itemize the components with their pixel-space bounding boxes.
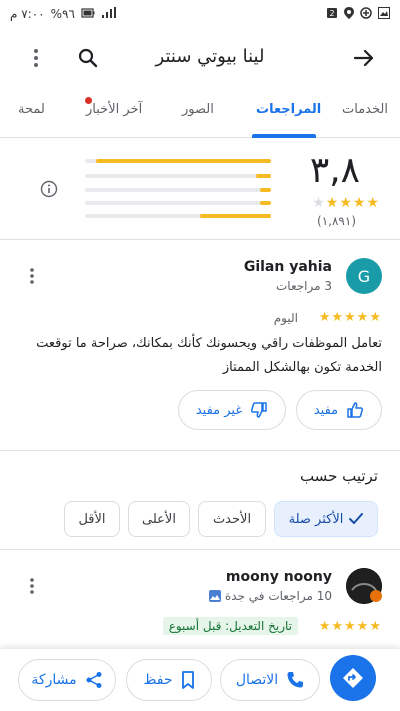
sort-section: ترتيب حسب الأكثر صلة الأحدث الأعلى الأقل — [0, 450, 400, 550]
more-vert-icon — [34, 49, 38, 67]
rating-bar-fill — [96, 159, 271, 163]
directions-button[interactable] — [330, 655, 376, 701]
review-count: (١,٨٩١) — [317, 214, 356, 228]
back-button[interactable] — [346, 40, 382, 76]
not-helpful-label: غير مفيد — [195, 402, 243, 418]
review-card: G Gilan yahia 3 مراجعات ★★★★★ اليوم تعام… — [0, 248, 400, 448]
more-vert-icon — [30, 578, 34, 594]
app-bar: لينا بيوتي سنتر — [0, 30, 400, 86]
tab-updates[interactable]: آخر الأخبار — [86, 102, 142, 117]
save-label: حفظ — [143, 672, 173, 688]
share-label: مشاركة — [31, 672, 77, 688]
svg-text:2: 2 — [329, 9, 334, 18]
more-vert-icon — [30, 268, 34, 284]
sort-newest-chip[interactable]: الأحدث — [198, 501, 266, 537]
thumb-up-icon — [347, 402, 364, 418]
tab-photos[interactable]: الصور — [182, 102, 214, 117]
bottom-action-bar: مشاركة حفظ الاتصال — [0, 649, 400, 711]
bookmark-icon — [181, 671, 194, 689]
average-stars: ★★★★★ — [312, 195, 380, 211]
new-badge-dot — [85, 97, 92, 104]
average-rating: ٣,٨ — [309, 150, 360, 191]
local-guide-badge-icon — [370, 590, 382, 602]
more-options-button[interactable] — [18, 40, 54, 76]
info-icon — [40, 180, 58, 198]
not-helpful-button[interactable]: غير مفيد — [178, 390, 286, 430]
rating-bar-2-star — [85, 201, 271, 205]
status-bar: ٧:٠٠ م %٩٦ 2 — [0, 0, 400, 28]
review-text: تعامل الموظفات راقي ويحسونك كأنك بمكانك،… — [36, 336, 382, 375]
sort-lowest-chip[interactable]: الأقل — [64, 501, 120, 537]
edited-badge: تاريخ التعديل: قبل أسبوع — [162, 617, 298, 635]
share-icon — [86, 672, 102, 688]
sim-icon: 2 — [326, 7, 338, 22]
rating-bar-fill — [256, 174, 271, 178]
arrow-forward-icon — [354, 49, 374, 67]
helpful-label: مفيد — [313, 402, 339, 418]
filled-stars-icon: ★★★★ — [325, 195, 380, 211]
photo-icon — [208, 590, 221, 602]
rating-info-button[interactable] — [40, 180, 58, 198]
reviewer-review-count: 10 مراجعات في جدة — [224, 589, 332, 603]
sort-highest-chip[interactable]: الأعلى — [128, 501, 190, 537]
review-more-button[interactable] — [20, 264, 44, 288]
review-time: اليوم — [273, 311, 298, 325]
location-icon — [344, 6, 354, 22]
review-more-button[interactable] — [20, 574, 44, 598]
rating-bar-fill — [259, 201, 271, 205]
avatar[interactable]: G — [346, 258, 382, 294]
phone-icon — [287, 672, 304, 688]
battery-icon — [81, 7, 95, 21]
tab-reviews[interactable]: المراجعات — [256, 102, 321, 117]
rating-bar-fill — [200, 214, 271, 218]
reviewer-name[interactable]: Gilan yahia — [244, 259, 332, 275]
rating-bar-fill — [259, 188, 271, 192]
rating-bar-1-star — [85, 214, 271, 218]
sort-title: ترتيب حسب — [299, 467, 378, 485]
empty-star-icon: ★ — [312, 195, 326, 211]
clock: ٧:٠٠ م — [10, 7, 45, 21]
gallery-icon — [378, 6, 390, 22]
share-button[interactable]: مشاركة — [18, 659, 116, 701]
battery-text: %٩٦ — [50, 7, 75, 21]
call-label: الاتصال — [235, 672, 279, 688]
reviewer-review-count: 3 مراجعات — [276, 279, 332, 293]
tab-bar: الخدمات المراجعات الصور آخر الأخبار لمحة — [0, 92, 400, 138]
reviewer-name[interactable]: moony noony — [226, 569, 332, 585]
search-icon — [78, 48, 98, 68]
check-icon — [349, 513, 364, 524]
thumb-down-icon — [251, 402, 267, 418]
review-card: moony noony 10 مراجعات في جدة ★★★★★ تاري… — [0, 560, 400, 650]
rating-bar-4-star — [85, 174, 271, 178]
active-tab-indicator — [252, 134, 316, 138]
reviewer-meta: 10 مراجعات في جدة — [208, 589, 332, 603]
sort-most-relevant-chip[interactable]: الأكثر صلة — [274, 501, 378, 537]
chip-label: الأكثر صلة — [288, 511, 344, 527]
save-button[interactable]: حفظ — [126, 659, 212, 701]
search-button[interactable] — [70, 40, 106, 76]
rating-summary: ٣,٨ ★★★★★ (١,٨٩١) — [0, 140, 400, 240]
rating-bar-5-star — [85, 159, 271, 163]
page-title: لينا بيوتي سنتر — [155, 46, 265, 67]
signal-icon — [101, 6, 117, 22]
helpful-button[interactable]: مفيد — [296, 390, 382, 430]
directions-icon — [343, 668, 363, 688]
call-button[interactable]: الاتصال — [220, 659, 320, 701]
review-stars: ★★★★★ — [318, 310, 382, 325]
data-saver-icon — [360, 6, 372, 22]
rating-bar-3-star — [85, 188, 271, 192]
tab-overview[interactable]: لمحة — [18, 102, 45, 117]
review-stars: ★★★★★ — [318, 619, 382, 634]
tab-services[interactable]: الخدمات — [342, 102, 388, 117]
